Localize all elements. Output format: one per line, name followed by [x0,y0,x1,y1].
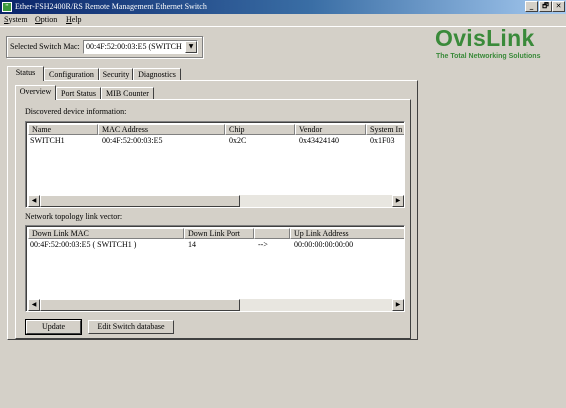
table-cell[interactable]: 00:4F:52:00:03:E5 [102,136,224,146]
table-cell[interactable]: 14 [188,240,252,250]
topology-col-arrow[interactable] [254,228,290,239]
tab-overview[interactable]: Overview [15,85,56,100]
devices-col-chip[interactable]: Chip [225,124,295,135]
title-bar: ▪▪ Ether-FSH2400R/RS Remote Management E… [0,0,566,14]
devices-col-vendor[interactable]: Vendor [295,124,366,135]
table-cell[interactable]: 0x2C [229,136,293,146]
tab-status[interactable]: Status [7,66,44,81]
topology-table[interactable]: Down Link MAC Down Link Port Up Link Add… [25,225,405,312]
update-button[interactable]: Update [25,319,82,335]
chevron-down-icon[interactable]: ▼ [185,41,197,53]
topology-col-downlink-mac[interactable]: Down Link MAC [28,228,184,239]
ovislink-logo: OvisLink [435,25,535,51]
scroll-left-icon[interactable]: ◀ [28,299,40,311]
scroll-thumb[interactable] [40,195,240,207]
minimize-button[interactable]: _ [525,1,538,12]
devices-table[interactable]: Name MAC Address Chip Vendor System In S… [25,121,405,208]
menu-help[interactable]: Help [66,15,82,25]
devices-col-mac[interactable]: MAC Address [98,124,225,135]
topology-caption: Network topology link vector: [25,212,123,221]
switch-selector-label: Selected Switch Mac: [10,42,80,51]
devices-caption: Discovered device information: [25,107,127,116]
scroll-left-icon[interactable]: ◀ [28,195,40,207]
edit-switch-database-button[interactable]: Edit Switch database [88,320,174,334]
close-button[interactable]: ✕ [552,1,565,12]
window-title: Ether-FSH2400R/RS Remote Management Ethe… [15,2,207,11]
menu-system[interactable]: System [4,15,28,25]
devices-col-name[interactable]: Name [28,124,98,135]
topology-hscrollbar[interactable]: ◀ ▶ [28,299,404,311]
restore-button[interactable]: 🗗 [539,1,552,12]
app-icon[interactable]: ▪▪ [2,2,12,12]
table-cell[interactable]: SWITCH1 [30,136,96,146]
devices-col-system-info[interactable]: System In [366,124,404,135]
table-cell[interactable]: 0x43424140 [299,136,364,146]
switch-mac-value: 00:4F:52:00:03:E5 (SWITCH [86,42,182,51]
scroll-right-icon[interactable]: ▶ [392,195,404,207]
logo-tagline: The Total Networking Solutions [436,53,541,60]
table-cell[interactable]: --> [258,240,288,250]
switch-mac-select[interactable]: 00:4F:52:00:03:E5 (SWITCH ▼ [83,40,198,54]
table-cell[interactable]: 00:4F:52:00:03:E5 ( SWITCH1 ) [30,240,182,250]
topology-col-downlink-port[interactable]: Down Link Port [184,228,254,239]
table-cell[interactable]: 00:00:00:00:00:00 [294,240,404,250]
topology-col-uplink-address[interactable]: Up Link Address [290,228,404,239]
table-cell[interactable]: 0x1F03 [370,136,404,146]
menu-option[interactable]: Option [35,15,57,25]
scroll-right-icon[interactable]: ▶ [392,299,404,311]
devices-hscrollbar[interactable]: ◀ ▶ [28,195,404,207]
scroll-thumb[interactable] [40,299,240,311]
